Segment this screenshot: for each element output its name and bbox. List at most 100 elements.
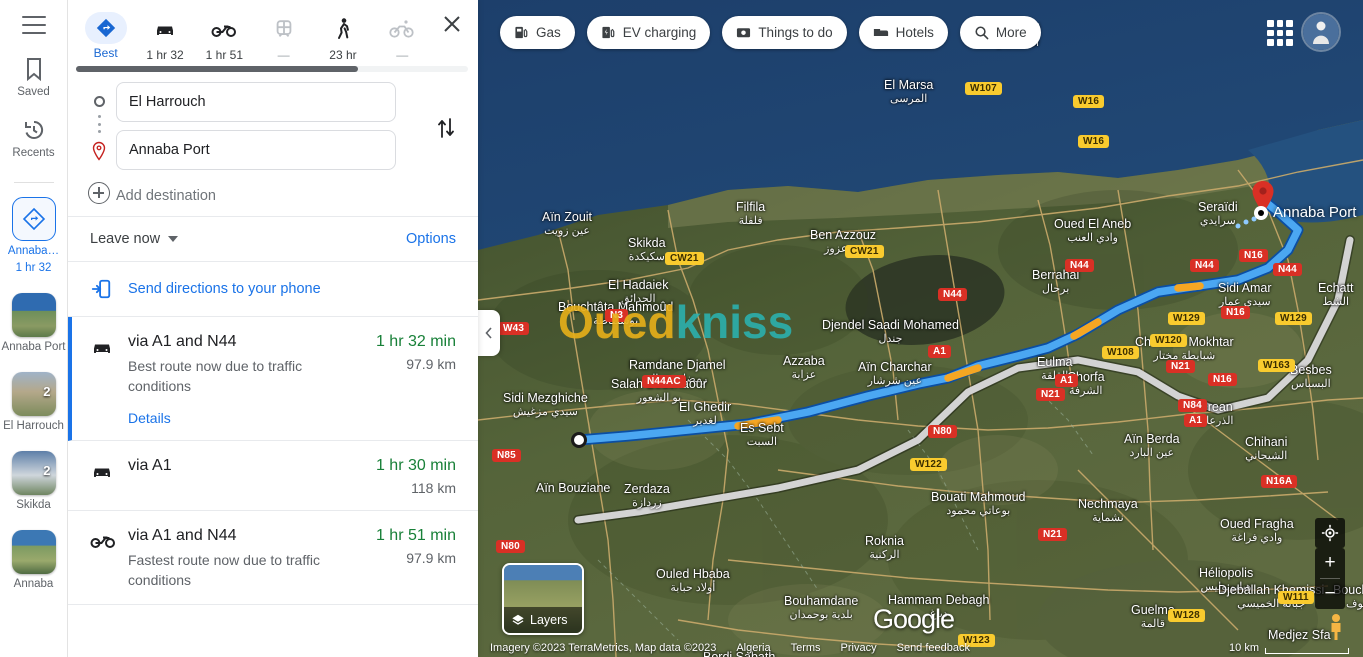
imagery-credit: Imagery ©2023 TerraMetrics, Map data ©20… [490, 642, 717, 654]
zoom-in-button[interactable]: + [1315, 548, 1345, 578]
add-destination-icon[interactable] [88, 182, 110, 204]
car-icon [143, 12, 187, 46]
left-rail: Saved Recents Annaba… 1 hr 32 Annaba Por… [0, 0, 68, 657]
place-thumbnail [11, 530, 56, 574]
endpoint-markers [82, 82, 116, 204]
send-to-phone-icon [91, 279, 111, 299]
tab-cycling[interactable]: — [373, 8, 432, 62]
apps-grid-icon[interactable] [1267, 20, 1293, 46]
best-route-diamond-icon [84, 12, 127, 44]
destination-input[interactable] [116, 130, 396, 170]
chip-label: More [995, 25, 1027, 40]
route-option[interactable]: via A1 and N44 1 hr 51 min Fastest route… [68, 511, 478, 605]
route-details: via A1 and N44 1 hr 32 min Best route no… [128, 333, 456, 426]
chip-hotels[interactable]: Hotels [858, 16, 948, 49]
place-thumbnail [11, 293, 56, 337]
attribution-link-privacy[interactable]: Privacy [841, 642, 877, 654]
tab-label: — [396, 48, 409, 62]
directions-icon [11, 197, 56, 241]
tab-motorcycle[interactable]: 1 hr 51 [195, 8, 254, 62]
hamburger-menu-icon[interactable] [21, 16, 46, 34]
sidebar-item-label: Saved [17, 86, 50, 98]
zoom-controls: + − [1315, 548, 1345, 609]
add-destination-button[interactable]: Add destination [116, 188, 464, 204]
category-chips: Gas EV charging Things to do Hotels More [500, 16, 1041, 49]
recent-place-annaba[interactable]: Annaba [0, 530, 67, 591]
travel-mode-tabs: Best 1 hr 32 1 hr 51 — 23 hr — [68, 0, 478, 62]
zoom-out-button[interactable]: − [1315, 579, 1345, 609]
route-name: via A1 and N44 [128, 527, 237, 544]
close-x-icon [444, 16, 460, 32]
swap-vertical-icon [438, 118, 454, 138]
chip-things-to-do[interactable]: Things to do [722, 16, 847, 49]
route-name: via A1 and N44 [128, 333, 237, 350]
bicycle-icon [380, 12, 424, 46]
user-avatar[interactable] [1303, 14, 1339, 50]
sidebar-item-label: Recents [12, 147, 55, 159]
rail-divider [13, 182, 54, 183]
chip-label: EV charging [622, 25, 697, 40]
sidebar-item-active-trip[interactable]: Annaba… 1 hr 32 [0, 197, 67, 275]
recent-place-el-harrouch[interactable]: 2 El Harrouch [0, 372, 67, 433]
options-button[interactable]: Options [406, 231, 456, 247]
layers-text: Layers [530, 613, 568, 627]
map-viewport[interactable]: Ouedkniss ChetaibiالشطايبيEl Marsaالمرسى… [478, 0, 1363, 657]
tab-driving[interactable]: 1 hr 32 [135, 8, 194, 62]
leave-now-label: Leave now [90, 231, 161, 247]
leave-now-dropdown[interactable]: Leave now [90, 231, 179, 247]
chip-label: Hotels [895, 25, 934, 40]
route-details: via A1 and N44 1 hr 51 min Fastest route… [128, 527, 456, 590]
layers-button[interactable]: Layers [502, 563, 584, 635]
sidebar-item-recents[interactable]: Recents [0, 117, 67, 160]
camera-icon [737, 28, 751, 38]
google-logo: Google [873, 604, 955, 634]
recent-place-skikda[interactable]: 2 Skikda [0, 451, 67, 512]
destination-pin-icon [91, 141, 107, 166]
origin-input[interactable] [116, 82, 396, 122]
route-distance: 118 km [411, 480, 456, 496]
attribution-link-feedback[interactable]: Send feedback [897, 642, 970, 654]
place-thumbnail: 2 [11, 372, 56, 416]
layers-label-bar: Layers [504, 607, 582, 633]
tab-transit[interactable]: — [254, 8, 313, 62]
chip-ev-charging[interactable]: EV charging [586, 16, 711, 49]
recent-place-label: Annaba [13, 578, 54, 590]
place-thumbnail: 2 [11, 451, 56, 495]
recent-place-label: Skikda [16, 499, 51, 511]
route-distance: 97.9 km [406, 356, 456, 372]
sidebar-item-saved[interactable]: Saved [0, 56, 67, 99]
my-location-icon [1315, 518, 1345, 548]
collapse-panel-chevron-icon[interactable] [478, 310, 500, 356]
chip-gas[interactable]: Gas [500, 16, 575, 49]
tab-label: 23 hr [329, 48, 357, 62]
close-directions-button[interactable] [432, 8, 472, 34]
dotted-connector [97, 107, 101, 141]
route-duration: 1 hr 51 min [375, 527, 456, 544]
scale-label: 10 km [1229, 642, 1259, 654]
ev-charger-icon [602, 26, 615, 39]
route-details: via A1 1 hr 30 min 118 km [128, 457, 456, 496]
scale-line [1265, 648, 1349, 654]
send-to-phone-button[interactable]: Send directions to your phone [68, 262, 478, 316]
route-details-link[interactable]: Details [128, 410, 456, 426]
tab-label: — [277, 48, 290, 62]
route-name: via A1 [128, 457, 172, 474]
recent-place-label: Annaba Port [1, 341, 66, 353]
tab-walking[interactable]: 23 hr [313, 8, 372, 62]
chip-more[interactable]: More [959, 16, 1041, 49]
route-description: Best route now due to traffic conditions [128, 358, 303, 394]
destination-dot-icon [1253, 205, 1269, 226]
tab-best[interactable]: Best [76, 8, 135, 60]
gas-pump-icon [515, 26, 528, 39]
recent-place-annaba-port[interactable]: Annaba Port [0, 293, 67, 354]
attribution-link-algeria[interactable]: Algeria [736, 642, 770, 654]
attribution-link-terms[interactable]: Terms [791, 642, 821, 654]
route-option[interactable]: via A1 and N44 1 hr 32 min Best route no… [68, 317, 478, 441]
my-location-button[interactable] [1315, 518, 1345, 548]
bed-icon [873, 28, 888, 37]
route-endpoints: Add destination [68, 72, 478, 216]
swap-endpoints-button[interactable] [430, 112, 462, 144]
route-duration: 1 hr 32 min [375, 333, 456, 350]
route-option[interactable]: via A1 1 hr 30 min 118 km [68, 441, 478, 511]
transit-train-icon [262, 12, 306, 46]
